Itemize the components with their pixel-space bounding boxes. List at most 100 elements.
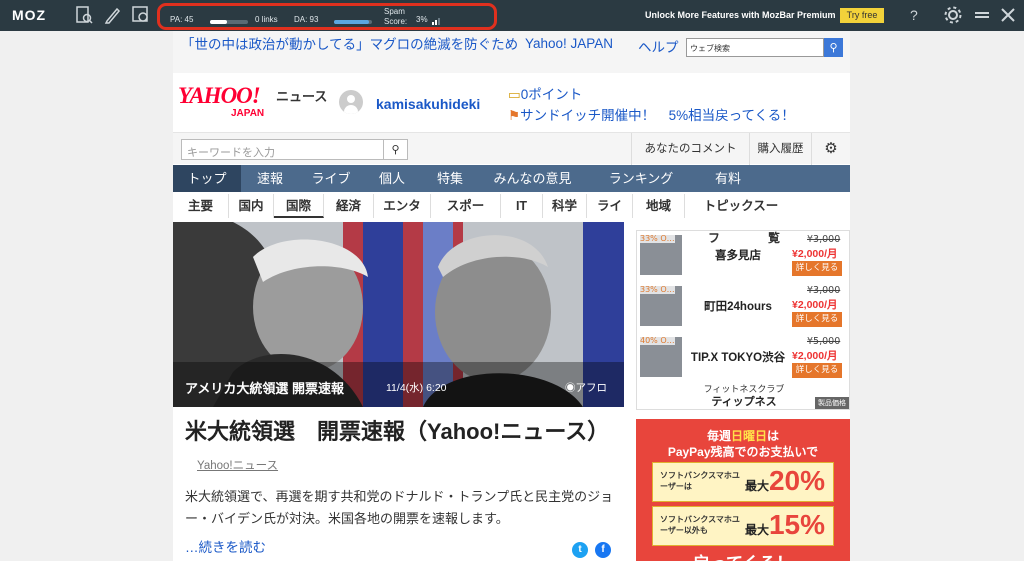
yahoo-logo[interactable]: YAHOO! [178,83,261,109]
cart-icon: ⚑ [508,108,521,123]
da-bar-fill [334,20,370,24]
serp-overlay-icon[interactable] [131,5,151,25]
article-source-link[interactable]: Yahoo!ニュース [197,460,278,472]
purchase-history-link[interactable]: 購入履歴 [749,133,811,165]
subnav-item-domestic[interactable]: 国内 [229,194,274,218]
ad2-line1-a: 毎週 [706,429,731,443]
ad2-line1-c: は [767,429,780,443]
tab-opinions[interactable]: みんなの意見 [479,165,586,192]
avatar[interactable] [339,90,363,114]
ad2-box-label: ソフトバンクスマホユーザー以外も [660,515,740,535]
read-more-link[interactable]: …続きを読む [185,536,266,556]
ad-detail-button[interactable]: 詳しく見る [792,261,842,276]
tab-individual[interactable]: 個人 [363,165,421,192]
ad-old-price: ¥5,000 [807,336,841,347]
help-link[interactable]: ヘルプ [638,36,679,56]
subnav-item-local[interactable]: 地域 [633,194,685,218]
ad-row[interactable]: 33% O… 町田24hours ¥3,000 ¥2,000/月 詳しく見る [637,282,849,330]
tab-live[interactable]: ライブ [299,165,363,192]
pa-label: PA: 45 [170,15,194,24]
minimize-icon[interactable] [972,5,992,25]
ad-row[interactable]: 40% O… TIP.X TOKYO渋谷 ¥5,000 ¥2,000/月 詳しく… [637,333,849,381]
try-free-button[interactable]: Try free [840,8,884,23]
subnav-item-topics-list[interactable]: トピックスー [685,194,797,218]
ad-tag: 製品価格 [815,397,849,409]
subnav-item-entertainment[interactable]: エンタ [374,194,431,218]
banner-headline-link[interactable]: 「世の中は政治が動かしてる」マグロの絶滅を防ぐため には!? [181,37,560,52]
links-label[interactable]: 0 links [255,15,278,24]
yahoo-japan-link[interactable]: Yahoo! JAPAN [521,36,614,51]
my-comments-link[interactable]: あなたのコメント [631,133,749,165]
moz-logo[interactable]: MOZ [12,7,46,23]
ad-detail-button[interactable]: 詳しく見る [792,363,842,378]
tab-ranking[interactable]: ランキング [586,165,696,192]
subnav-item-it[interactable]: IT [501,194,543,218]
ad-new-price: ¥2,000/月 [792,248,838,260]
subnav-item-sports[interactable]: スポー [431,194,501,218]
hero-image-link[interactable]: アメリカ大統領選 開票速報 11/4(水) 6:20 ◉アフロ [173,222,624,407]
yahoo-news-page: 「世の中は政治が動かしてる」マグロの絶滅を防ぐため には!? Yahoo! JA… [173,31,850,561]
twitter-icon[interactable]: t [572,542,588,558]
pa-bar-fill [210,20,228,24]
spam-value: 3% [416,15,428,24]
gear-settings-icon[interactable]: ⚙ [811,133,850,165]
tab-features[interactable]: 特集 [421,165,479,192]
coin-icon: ▭ [508,87,521,102]
ad2-box-value: 最大20% [745,465,825,497]
ad-detail-button[interactable]: 詳しく見る [792,312,842,327]
yahoo-logo-sub: JAPAN [231,108,265,119]
ad-new-price: ¥2,000/月 [792,299,838,311]
spam-label-2: Score: [384,17,408,26]
points-label: 0ポイント [520,87,583,102]
keyword-search-input[interactable]: キーワードを入力 [181,139,384,160]
ad2-box-label: ソフトバンクスマホユーザーは [660,471,740,491]
ad-new-price: ¥2,000/月 [792,350,838,362]
promo-label: サンドイッチ開催中！ 5%相当戻ってくる！ [520,108,795,123]
ad-badge: 33% O… [640,285,675,294]
close-icon[interactable] [998,5,1018,25]
ad2-box-prefix: 最大 [744,479,769,493]
ad-old-price: ¥3,000 [807,285,841,296]
subnav-item-science[interactable]: 科学 [543,194,587,218]
facebook-icon[interactable]: f [595,542,611,558]
search-row: キーワードを入力 ⚲ あなたのコメント 購入履歴 ⚙ [173,132,850,165]
hero-timestamp: 11/4(水) 6:20 [386,382,447,394]
headline-text: 米大統領選 開票速報（Yahoo!ニュース） [185,419,610,444]
tab-breaking[interactable]: 速報 [241,165,299,192]
subnav-item-life[interactable]: ライ [587,194,633,218]
metrics-highlight-box: PA: 45 0 links DA: 93 Spam Score: 3% [157,3,497,30]
ad2-box-prefix: 最大 [744,523,769,537]
web-search-input[interactable]: ウェブ検索 [686,38,824,57]
main-nav: トップ 速報 ライブ 個人 特集 みんなの意見 ランキング 有料 [173,165,850,192]
gear-icon[interactable] [943,5,963,25]
ad2-line1: 毎週日曜日は [636,427,850,444]
da-label: DA: 93 [294,15,319,24]
article-headline[interactable]: 米大統領選 開票速報（Yahoo!ニュース） Yahoo!ニュース [185,417,615,481]
page-analysis-icon[interactable] [74,5,94,25]
ad2-box-value: 最大15% [745,509,825,541]
ad-gym-name: 町田24hours [704,301,772,313]
subnav-item-economy[interactable]: 経済 [324,194,374,218]
paypay-ad[interactable]: 毎週日曜日は PayPay残高でのお支払いで ソフトバンクスマホユーザーは 最大… [636,419,850,561]
ad-row[interactable]: 33% O… 喜多見店 ¥3,000 ¥2,000/月 詳しく見る [637,231,849,279]
username-link[interactable]: kamisakuhideki [376,96,480,112]
spam-signal-icon [432,18,440,25]
ad2-bottom-text: 戻ってくる！ [636,549,850,561]
ad2-box-percent: 20% [768,465,825,496]
subnav-item-international[interactable]: 国際 [274,194,324,218]
hero-credit: ◉アフロ [565,380,607,395]
ad-badge: 40% O… [640,336,675,345]
tab-top[interactable]: トップ [173,165,241,192]
highlight-pen-icon[interactable] [103,5,123,25]
sub-nav: 主要 国内 国際 経済 エンタ スポー IT 科学 ライ 地域 トピックスー [173,194,850,218]
ad2-offer-box: ソフトバンクスマホユーザーは 最大20% [652,462,834,502]
tab-paid[interactable]: 有料 [696,165,760,192]
fitness-ad[interactable]: フ 覧 33% O… 喜多見店 ¥3,000 ¥2,000/月 詳しく見る 33… [636,230,850,410]
points-link[interactable]: ▭0ポイント [508,83,582,103]
promo-link[interactable]: ⚑サンドイッチ開催中！ 5%相当戻ってくる！ [508,104,795,124]
news-section-label: ニュース [276,90,328,105]
search-icon[interactable]: ⚲ [383,139,408,160]
magnifier-icon[interactable]: ⚲ [824,38,843,57]
help-icon[interactable]: ? [910,7,918,23]
subnav-item-main[interactable]: 主要 [173,194,229,218]
